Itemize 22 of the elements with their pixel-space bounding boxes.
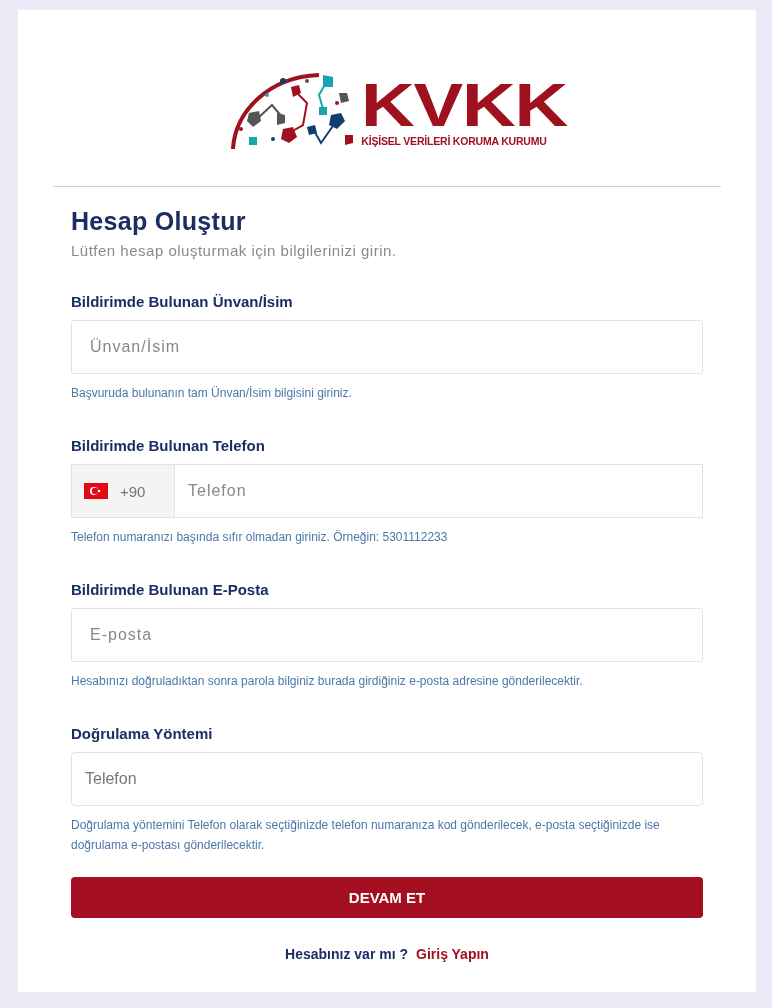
phone-field[interactable]: Telefon bbox=[175, 464, 703, 518]
field-label: Doğrulama Yöntemi bbox=[71, 725, 214, 742]
flag-icon bbox=[84, 483, 108, 499]
text-field[interactable]: Ünvan/İsim bbox=[71, 320, 703, 374]
help-text: Hesabınızı doğruladıktan sonra parola bilginiz burada girdiğiniz e-posta adresine gönderilecektir. bbox=[71, 673, 584, 690]
select-field[interactable]: Telefon bbox=[71, 752, 703, 806]
country-code: +90 bbox=[120, 482, 146, 500]
continue-button[interactable]: DEVAM ET bbox=[71, 877, 703, 918]
account-question: Hesabınız var mı ? bbox=[285, 946, 408, 962]
logo-subtitle: KİŞİSEL VERİLERİ KORUMA KURUMU bbox=[361, 135, 547, 147]
page-title: Hesap Oluştur bbox=[71, 207, 247, 236]
page-subtitle: Lütfen hesap oluşturmak için bilgilerinizi girin. bbox=[71, 242, 398, 259]
help-text: Doğrulama yöntemini Telefon olarak seçtiğinizde telefon numaranıza kod gönderilecek, e-posta seçtiğinizde ise doğrulama e-postası gönderilecektir. bbox=[71, 817, 661, 854]
logo-wordmark: KVKK bbox=[361, 77, 568, 133]
login-link[interactable]: Giriş Yapın bbox=[416, 946, 489, 962]
help-text: Başvuruda bulunanın tam Ünvan/İsim bilgisini giriniz. bbox=[71, 385, 353, 402]
field-label: Bildirimde Bulunan E-Posta bbox=[71, 581, 270, 598]
field-label: Bildirimde Bulunan Telefon bbox=[71, 437, 266, 454]
country-code-selector[interactable]: +90 bbox=[71, 464, 175, 518]
help-text: Telefon numaranızı başında sıfır olmadan giriniz. Örneğin: 5301112233 bbox=[71, 529, 449, 546]
field-label: Bildirimde Bulunan Ünvan/İsim bbox=[71, 293, 294, 310]
text-field[interactable]: E-posta bbox=[71, 608, 703, 662]
